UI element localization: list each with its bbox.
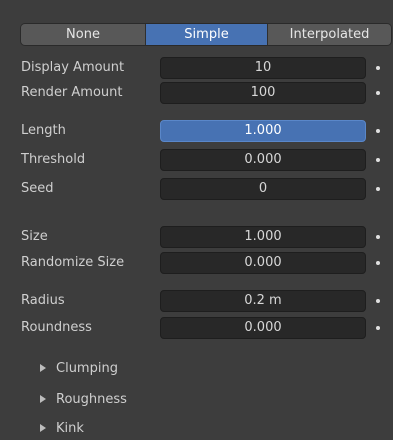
randomize-size-row: Randomize Size 0.000 xyxy=(0,252,393,274)
mode-simple-button[interactable]: Simple xyxy=(146,24,268,45)
radius-row: Radius 0.2 m xyxy=(0,290,393,312)
length-label: Length xyxy=(21,123,66,138)
subpanel-kink-label: Kink xyxy=(56,421,84,436)
expand-triangle-icon xyxy=(40,424,46,432)
keyframe-dot-icon[interactable] xyxy=(376,299,380,303)
keyframe-dot-icon[interactable] xyxy=(376,261,380,265)
size-field[interactable]: 1.000 xyxy=(160,226,366,248)
expand-triangle-icon xyxy=(40,395,46,403)
randomize-size-label: Randomize Size xyxy=(21,255,125,270)
keyframe-dot-icon[interactable] xyxy=(376,91,380,95)
seed-label: Seed xyxy=(21,181,54,196)
render-amount-label: Render Amount xyxy=(21,85,123,100)
render-amount-field[interactable]: 100 xyxy=(160,82,366,104)
render-amount-row: Render Amount 100 xyxy=(0,82,393,104)
subpanel-clumping-label: Clumping xyxy=(56,361,118,376)
threshold-label: Threshold xyxy=(21,152,86,167)
mode-none-button[interactable]: None xyxy=(21,24,146,45)
display-amount-field[interactable]: 10 xyxy=(160,57,366,79)
keyframe-dot-icon[interactable] xyxy=(376,187,380,191)
threshold-row: Threshold 0.000 xyxy=(0,149,393,171)
roundness-row: Roundness 0.000 xyxy=(0,317,393,339)
subpanel-roughness-label: Roughness xyxy=(56,392,127,407)
seed-field[interactable]: 0 xyxy=(160,178,366,200)
keyframe-dot-icon[interactable] xyxy=(376,66,380,70)
keyframe-dot-icon[interactable] xyxy=(376,158,380,162)
length-field[interactable]: 1.000 xyxy=(160,120,366,142)
roundness-field[interactable]: 0.000 xyxy=(160,317,366,339)
subpanel-clumping[interactable]: Clumping xyxy=(40,358,118,380)
randomize-size-field[interactable]: 0.000 xyxy=(160,252,366,274)
keyframe-dot-icon[interactable] xyxy=(376,235,380,239)
display-amount-label: Display Amount xyxy=(21,60,125,75)
radius-field[interactable]: 0.2 m xyxy=(160,290,366,312)
keyframe-dot-icon[interactable] xyxy=(376,326,380,330)
keyframe-dot-icon[interactable] xyxy=(376,129,380,133)
subpanel-kink[interactable]: Kink xyxy=(40,418,84,440)
size-label: Size xyxy=(21,229,48,244)
length-row: Length 1.000 xyxy=(0,120,393,142)
subpanel-roughness[interactable]: Roughness xyxy=(40,389,127,411)
radius-label: Radius xyxy=(21,293,65,308)
child-mode-selector: None Simple Interpolated xyxy=(21,24,391,45)
display-amount-row: Display Amount 10 xyxy=(0,57,393,79)
seed-row: Seed 0 xyxy=(0,178,393,200)
expand-triangle-icon xyxy=(40,364,46,372)
child-particles-panel: None Simple Interpolated Display Amount … xyxy=(0,0,393,436)
threshold-field[interactable]: 0.000 xyxy=(160,149,366,171)
size-row: Size 1.000 xyxy=(0,226,393,248)
mode-interpolated-button[interactable]: Interpolated xyxy=(268,24,391,45)
roundness-label: Roundness xyxy=(21,320,92,335)
